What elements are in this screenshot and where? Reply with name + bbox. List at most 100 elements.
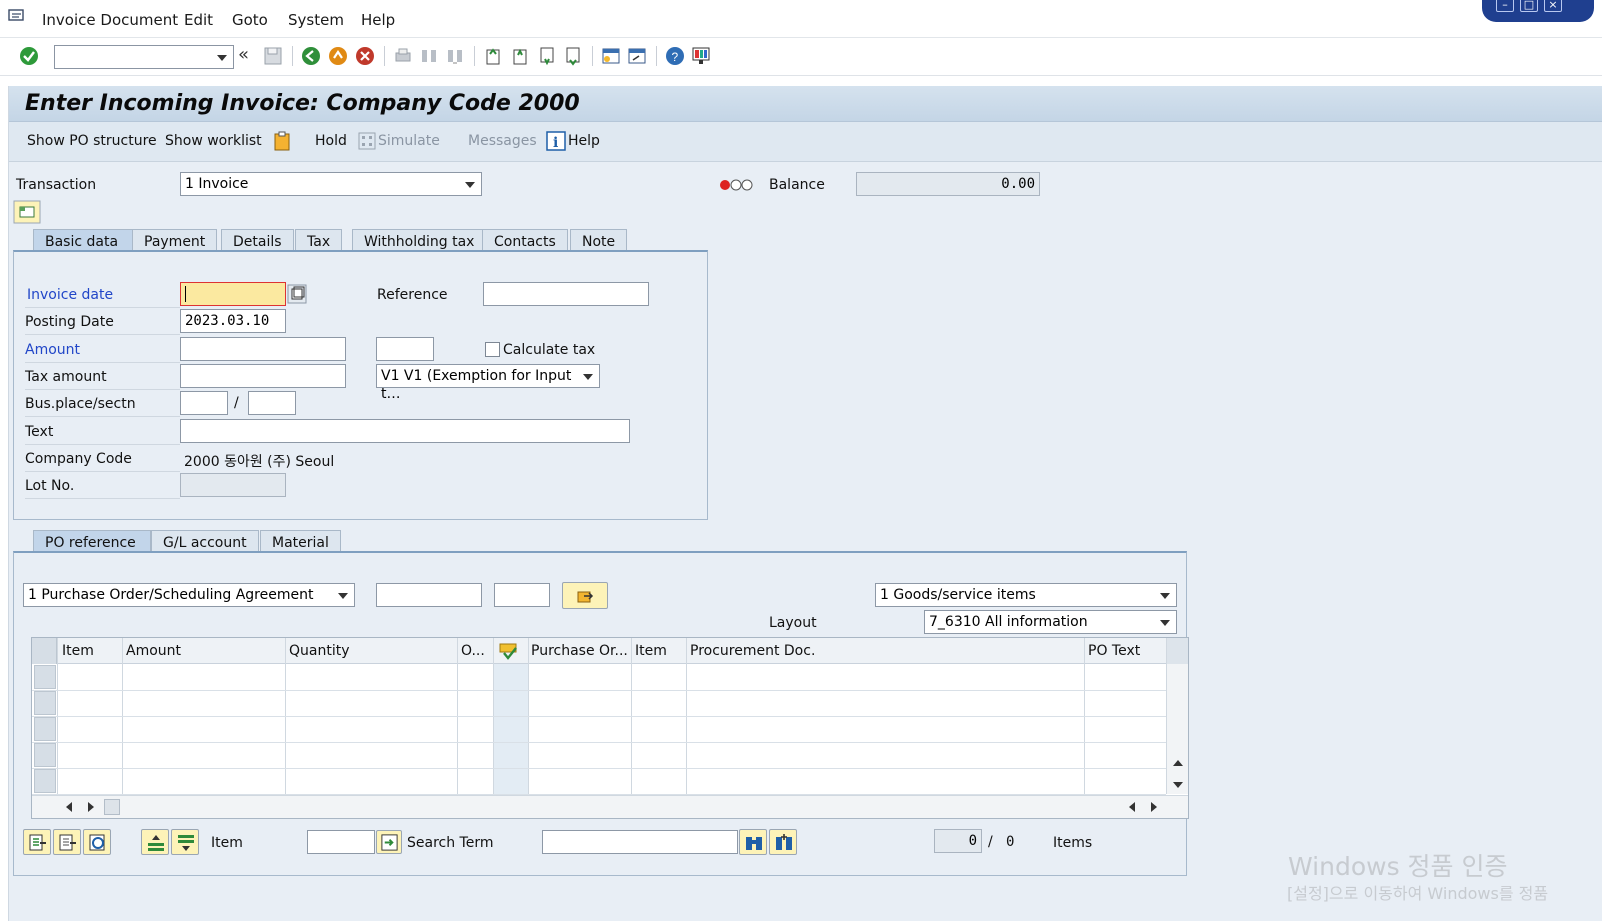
invoice-date-input[interactable] [180,282,286,306]
scroll-right-icon[interactable] [1151,802,1157,812]
menu-help[interactable]: Help [361,11,395,29]
business-place-input[interactable] [180,391,228,415]
chevron-down-icon[interactable] [1160,620,1170,626]
expand-header-icon[interactable] [13,200,41,224]
menu-goto[interactable]: Goto [232,11,268,29]
scroll-thumb[interactable] [104,799,120,815]
maximize-icon[interactable]: □ [1520,0,1538,12]
clipboard-icon[interactable] [272,131,292,151]
tax-code-select[interactable]: V1 V1 (Exemption for Input t… [376,364,600,402]
help-button[interactable]: Help [568,133,600,149]
back-icon[interactable] [300,45,322,67]
minimize-icon[interactable]: – [1496,0,1514,12]
find-next-icon[interactable] [444,45,466,67]
text-input[interactable] [180,419,630,443]
scroll-down-icon[interactable] [1173,782,1183,788]
deselect-all-button[interactable] [53,829,81,855]
row-selector[interactable] [34,665,56,689]
column-header-item[interactable]: Item [62,643,122,659]
column-header-order-unit[interactable]: O... [461,643,493,659]
chevron-down-icon[interactable] [465,182,475,188]
menu-icon[interactable] [8,9,26,23]
row-selector[interactable] [34,743,56,767]
column-header-po-text[interactable]: PO Text [1088,643,1164,659]
refresh-button[interactable] [83,829,111,855]
row-selector[interactable] [34,717,56,741]
info-icon[interactable]: i [546,131,566,151]
reference-input[interactable] [483,282,649,306]
simulate-icon[interactable] [357,131,377,151]
scroll-up-icon[interactable] [1173,760,1183,766]
find-icon[interactable] [418,45,440,67]
items-type-select[interactable]: 1 Goods/service items [875,583,1177,607]
hold-button[interactable]: Hold [315,133,347,149]
transfer-button[interactable] [562,582,608,609]
close-icon[interactable]: × [1544,0,1562,12]
find-button[interactable] [739,829,767,855]
go-to-item-button[interactable] [376,830,402,854]
scroll-left-icon[interactable] [1129,802,1135,812]
menu-system[interactable]: System [288,11,344,29]
table-row[interactable] [32,742,1166,743]
menu-invoice-document[interactable]: Invoice Document [42,11,178,29]
currency-input[interactable] [376,337,434,361]
simulate-button[interactable]: Simulate [378,133,440,149]
horizontal-scrollbar[interactable] [32,795,1188,818]
shortcut-icon[interactable] [626,45,648,67]
sort-ascending-button[interactable] [141,829,169,855]
new-session-icon[interactable] [600,45,622,67]
calculate-tax-checkbox[interactable] [485,342,500,357]
column-settings-cell[interactable] [1166,638,1188,664]
scroll-left-icon[interactable] [66,802,72,812]
reference-document-type-select[interactable]: 1 Purchase Order/Scheduling Agreement [23,583,355,607]
posting-date-input[interactable]: 2023.03.10 [180,309,286,333]
vertical-scrollbar[interactable] [1166,664,1188,794]
row-selector[interactable] [34,769,56,793]
chevron-down-icon[interactable] [1160,593,1170,599]
enter-icon[interactable] [18,45,40,67]
first-page-icon[interactable] [482,45,504,67]
column-header-quantity[interactable]: Quantity [289,643,455,659]
show-worklist-button[interactable]: Show worklist [165,133,262,149]
print-icon[interactable] [392,45,414,67]
show-po-structure-button[interactable]: Show PO structure [27,133,157,149]
select-all-cell[interactable] [32,638,57,664]
calendar-icon[interactable] [287,284,307,304]
command-field[interactable] [54,45,234,69]
select-all-button[interactable] [23,829,51,855]
previous-page-icon[interactable] [509,45,531,67]
layout-select[interactable]: 7_6310 All information [924,610,1177,634]
chevron-down-icon[interactable] [338,593,348,599]
check-flag-icon[interactable] [498,643,520,661]
column-header-amount[interactable]: Amount [126,643,284,659]
help-icon[interactable]: ? [664,45,686,67]
sort-descending-button[interactable] [171,829,199,855]
column-header-procurement-doc[interactable]: Procurement Doc. [690,643,1080,659]
double-chevron-left-icon[interactable]: « [238,44,260,66]
chevron-down-icon[interactable] [217,55,227,61]
item-search-input[interactable] [307,830,375,854]
last-page-icon[interactable] [562,45,584,67]
messages-button[interactable]: Messages [468,133,537,149]
po-item-input[interactable] [494,583,550,607]
scroll-right-icon[interactable] [88,802,94,812]
find-next-button[interactable] [769,829,797,855]
amount-input[interactable] [180,337,346,361]
column-header-purchase-order[interactable]: Purchase Or... [531,643,629,659]
exit-icon[interactable] [327,45,349,67]
table-row[interactable] [32,768,1166,769]
save-icon[interactable] [262,45,284,67]
row-selector[interactable] [34,691,56,715]
table-row[interactable] [32,716,1166,717]
transaction-select[interactable]: 1 Invoice [180,172,482,196]
menu-edit[interactable]: Edit [184,11,213,29]
cancel-icon[interactable] [354,45,376,67]
table-row[interactable] [32,690,1166,691]
section-code-input[interactable] [248,391,296,415]
next-page-icon[interactable] [536,45,558,67]
search-term-input[interactable] [542,830,738,854]
customize-layout-icon[interactable] [690,45,712,67]
tax-amount-input[interactable] [180,364,346,388]
purchase-order-input[interactable] [376,583,482,607]
chevron-down-icon[interactable] [583,374,593,380]
